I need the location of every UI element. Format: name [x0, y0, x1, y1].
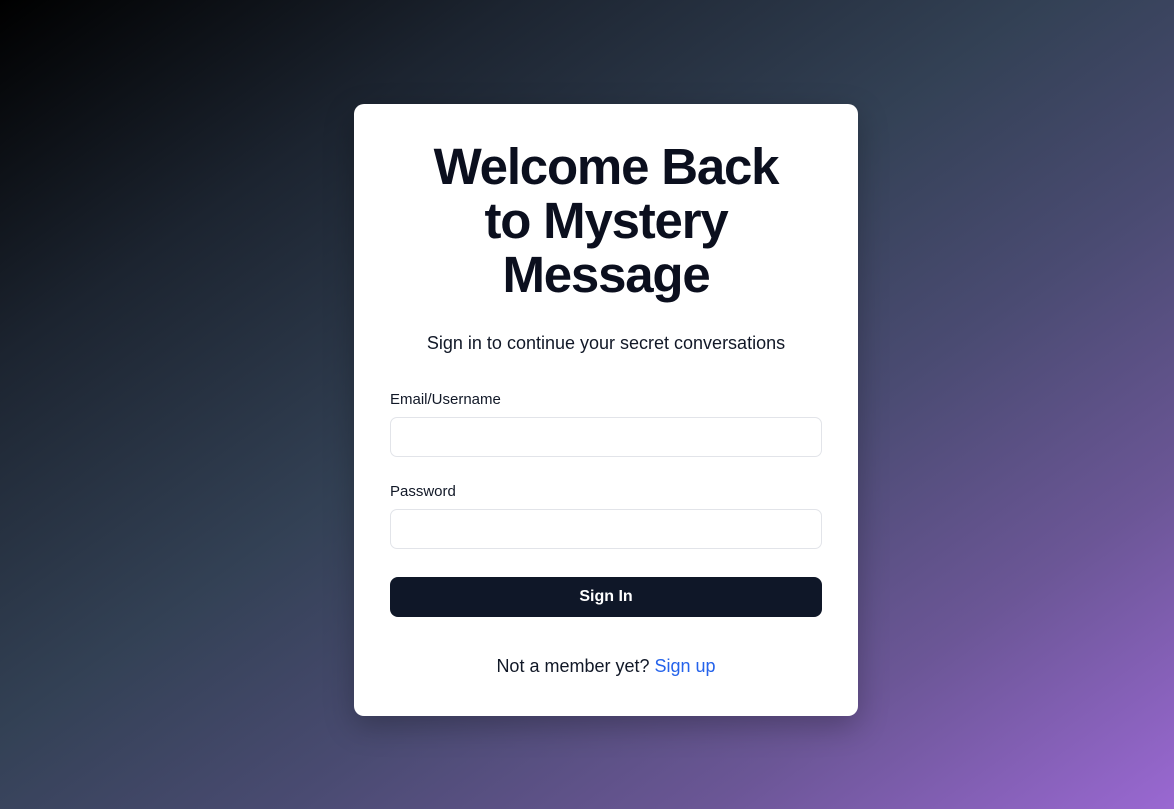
login-card: Welcome Back to Mystery Message Sign in … — [354, 104, 858, 716]
sign-up-link[interactable]: Sign up — [655, 656, 716, 676]
page-background: Welcome Back to Mystery Message Sign in … — [0, 0, 1174, 809]
signup-prompt-text: Not a member yet? — [496, 656, 655, 676]
signup-prompt: Not a member yet? Sign up — [354, 655, 858, 677]
email-username-input[interactable] — [390, 417, 822, 457]
title-line-1: Welcome Back — [433, 138, 780, 195]
title-line-3: Message — [502, 246, 710, 303]
password-label: Password — [390, 483, 456, 500]
sign-in-button[interactable]: Sign In — [390, 577, 822, 617]
page-title: Welcome Back to Mystery Message — [354, 140, 858, 302]
email-username-label: Email/Username — [390, 391, 501, 408]
title-line-2: to Mystery — [484, 192, 728, 249]
page-subtitle: Sign in to continue your secret conversa… — [426, 333, 786, 353]
password-input[interactable] — [390, 509, 822, 549]
